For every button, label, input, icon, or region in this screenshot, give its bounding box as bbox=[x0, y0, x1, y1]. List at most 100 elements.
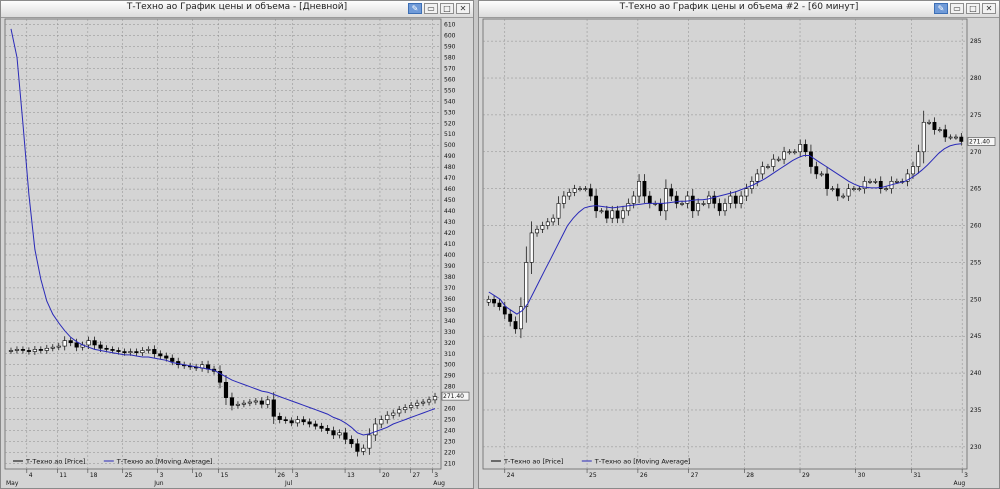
candle bbox=[787, 151, 792, 154]
x-tick-label: 13 bbox=[347, 472, 355, 479]
candle bbox=[409, 405, 414, 408]
candle bbox=[943, 129, 948, 138]
x-tick-label: 28 bbox=[746, 472, 754, 479]
candle bbox=[760, 166, 765, 175]
y-tick-label: 320 bbox=[444, 340, 456, 347]
candle bbox=[664, 188, 668, 212]
y-tick-label: 310 bbox=[444, 351, 456, 358]
candle bbox=[361, 447, 366, 452]
candle bbox=[319, 425, 324, 429]
candle bbox=[295, 419, 300, 424]
candle bbox=[26, 350, 31, 352]
y-tick-label: 255 bbox=[970, 259, 982, 266]
candle bbox=[809, 151, 813, 167]
candle bbox=[355, 443, 360, 452]
x-tick-label: 10 bbox=[194, 472, 202, 479]
y-tick-label: 510 bbox=[444, 131, 456, 138]
y-tick-label: 600 bbox=[444, 32, 456, 39]
candle bbox=[766, 166, 770, 168]
candle bbox=[170, 357, 175, 362]
candle bbox=[884, 188, 889, 190]
y-tick-label: 340 bbox=[444, 318, 456, 325]
candle bbox=[717, 203, 722, 212]
candle bbox=[38, 349, 43, 351]
candle bbox=[385, 414, 390, 420]
x-tick-label: 15 bbox=[221, 472, 229, 479]
y-tick-label: 440 bbox=[444, 208, 456, 215]
candle bbox=[140, 350, 145, 353]
y-tick-label: 550 bbox=[444, 87, 456, 94]
candle bbox=[594, 195, 599, 212]
candle bbox=[241, 402, 246, 405]
y-tick-label: 560 bbox=[444, 76, 456, 83]
candle bbox=[561, 195, 566, 204]
y-tick-label: 230 bbox=[444, 439, 456, 446]
x-tick-label: 3 bbox=[434, 472, 438, 479]
y-tick-label: 470 bbox=[444, 175, 456, 182]
y-tick-label: 580 bbox=[444, 54, 456, 61]
candle bbox=[959, 136, 964, 142]
candle bbox=[921, 121, 926, 153]
y-tick-label: 290 bbox=[444, 373, 456, 380]
last-price-label: 271.40 bbox=[969, 138, 990, 145]
legend-label: Т-Техно ао [Moving Average] bbox=[116, 458, 213, 466]
candle bbox=[621, 210, 625, 219]
candle bbox=[776, 158, 781, 161]
x-tick-label: 3 bbox=[160, 472, 164, 479]
candle bbox=[615, 210, 620, 219]
hourly-price-chart[interactable]: 230 235 240 245 250 255 260 265 270 275 280 285 24 25… bbox=[479, 1, 1000, 489]
y-tick-label: 245 bbox=[970, 333, 982, 340]
y-tick-label: 350 bbox=[444, 307, 456, 314]
candle bbox=[158, 353, 163, 357]
candle bbox=[379, 419, 384, 425]
candle bbox=[830, 188, 835, 190]
candle bbox=[146, 349, 151, 351]
x-tick-label: 18 bbox=[90, 472, 98, 479]
candle bbox=[289, 420, 294, 424]
y-tick-label: 250 bbox=[970, 296, 982, 303]
y-tick-label: 410 bbox=[444, 241, 456, 248]
y-tick-label: 275 bbox=[970, 112, 982, 119]
candle bbox=[626, 203, 631, 212]
candle bbox=[744, 188, 749, 197]
month-label: May bbox=[6, 480, 19, 487]
daily-price-chart[interactable]: 2102202302402502602702802903003103203303… bbox=[1, 1, 474, 489]
x-tick-label: 27 bbox=[412, 472, 420, 479]
candle bbox=[415, 402, 420, 406]
x-tick-label: 24 bbox=[507, 472, 515, 479]
last-price-label: 271.40 bbox=[443, 393, 464, 400]
candle bbox=[846, 188, 851, 197]
candle bbox=[313, 423, 318, 427]
candle bbox=[518, 306, 523, 330]
candle bbox=[301, 419, 306, 423]
y-tick-label: 610 bbox=[444, 21, 456, 28]
candle bbox=[92, 340, 97, 346]
candle bbox=[397, 409, 402, 414]
candle bbox=[265, 399, 270, 405]
x-tick-label: 11 bbox=[59, 472, 67, 479]
y-tick-label: 590 bbox=[444, 43, 456, 50]
candle bbox=[771, 158, 776, 167]
candle bbox=[954, 136, 958, 139]
candle bbox=[658, 203, 663, 212]
candle bbox=[122, 351, 127, 353]
candle bbox=[68, 340, 73, 344]
chart-window-daily: Т-Техно ао График цены и объема - [Дневн… bbox=[0, 0, 474, 489]
y-tick-label: 260 bbox=[970, 223, 982, 230]
month-label: Jul bbox=[284, 480, 293, 487]
candle bbox=[841, 195, 846, 198]
x-tick-label: 27 bbox=[691, 472, 699, 479]
candle bbox=[604, 210, 609, 219]
candle bbox=[283, 419, 288, 422]
y-tick-label: 210 bbox=[444, 461, 456, 468]
candle bbox=[8, 350, 14, 352]
legend-label: Т-Техно ао [Price] bbox=[503, 458, 563, 466]
candle bbox=[723, 203, 727, 212]
x-tick-label: 29 bbox=[802, 472, 810, 479]
candle bbox=[690, 195, 695, 212]
candle bbox=[696, 203, 701, 212]
candle bbox=[497, 302, 502, 308]
month-label: Aug bbox=[433, 480, 445, 487]
candle bbox=[588, 188, 593, 197]
candle bbox=[62, 340, 67, 347]
